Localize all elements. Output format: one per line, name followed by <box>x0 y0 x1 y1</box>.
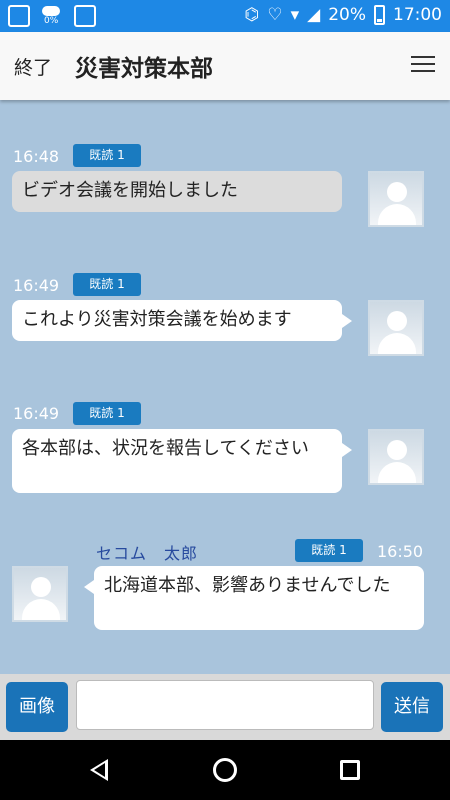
status-icons-right: ⌬ ♡ ▾ ◢ 20% 17:00 <box>244 3 442 27</box>
message-time: 16:49 <box>13 404 60 423</box>
read-badge: 既読 1 <box>73 402 141 425</box>
avatar <box>368 429 424 485</box>
status-icons-left: 0% <box>8 5 96 27</box>
message-input[interactable] <box>76 680 374 730</box>
back-icon[interactable] <box>90 759 108 781</box>
message-time: 16:49 <box>13 276 60 295</box>
avatar <box>368 171 424 227</box>
avatar <box>12 566 68 622</box>
message-bubble: 各本部は、状況を報告してください <box>12 429 352 493</box>
nfc-icon: ⌬ <box>244 5 260 25</box>
home-icon[interactable] <box>213 758 237 782</box>
battery-icon <box>374 5 385 25</box>
message-time: 16:50 <box>377 542 424 561</box>
message-bubble: 北海道本部、影響ありませんでした <box>84 566 424 630</box>
message-input-bar: 画像 送信 <box>0 674 450 740</box>
system-nav-bar <box>0 740 450 800</box>
message-bubble: ビデオ会議を開始しました <box>12 171 342 212</box>
cloud-percent: 0% <box>44 16 59 26</box>
page-title: 災害対策本部 <box>75 56 213 82</box>
notification-app-icon <box>8 5 30 27</box>
read-badge: 既読 1 <box>73 273 141 296</box>
message-bubble: これより災害対策会議を始めます <box>12 300 352 341</box>
read-badge: 既読 1 <box>73 144 141 167</box>
heart-signal-icon: ♡ <box>267 5 283 25</box>
end-button[interactable]: 終了 <box>14 53 52 80</box>
message-time: 16:48 <box>13 147 60 166</box>
send-button[interactable]: 送信 <box>381 682 443 732</box>
battery-percent: 20% <box>328 5 366 25</box>
read-badge: 既読 1 <box>295 539 363 562</box>
weather-cloud-icon: 0% <box>40 5 64 27</box>
sender-name: セコム 太郎 <box>96 544 199 563</box>
avatar <box>368 300 424 356</box>
wifi-icon: ▾ <box>290 5 300 25</box>
hamburger-menu-icon[interactable] <box>411 54 435 74</box>
cell-signal-icon: ◢ <box>307 5 321 25</box>
app-header: 終了 災害対策本部 <box>0 32 450 100</box>
clock: 17:00 <box>393 5 442 25</box>
image-notification-icon <box>74 5 96 27</box>
status-bar: 0% ⌬ ♡ ▾ ◢ 20% 17:00 <box>0 0 450 32</box>
image-button[interactable]: 画像 <box>6 682 68 732</box>
recent-apps-icon[interactable] <box>340 760 360 780</box>
